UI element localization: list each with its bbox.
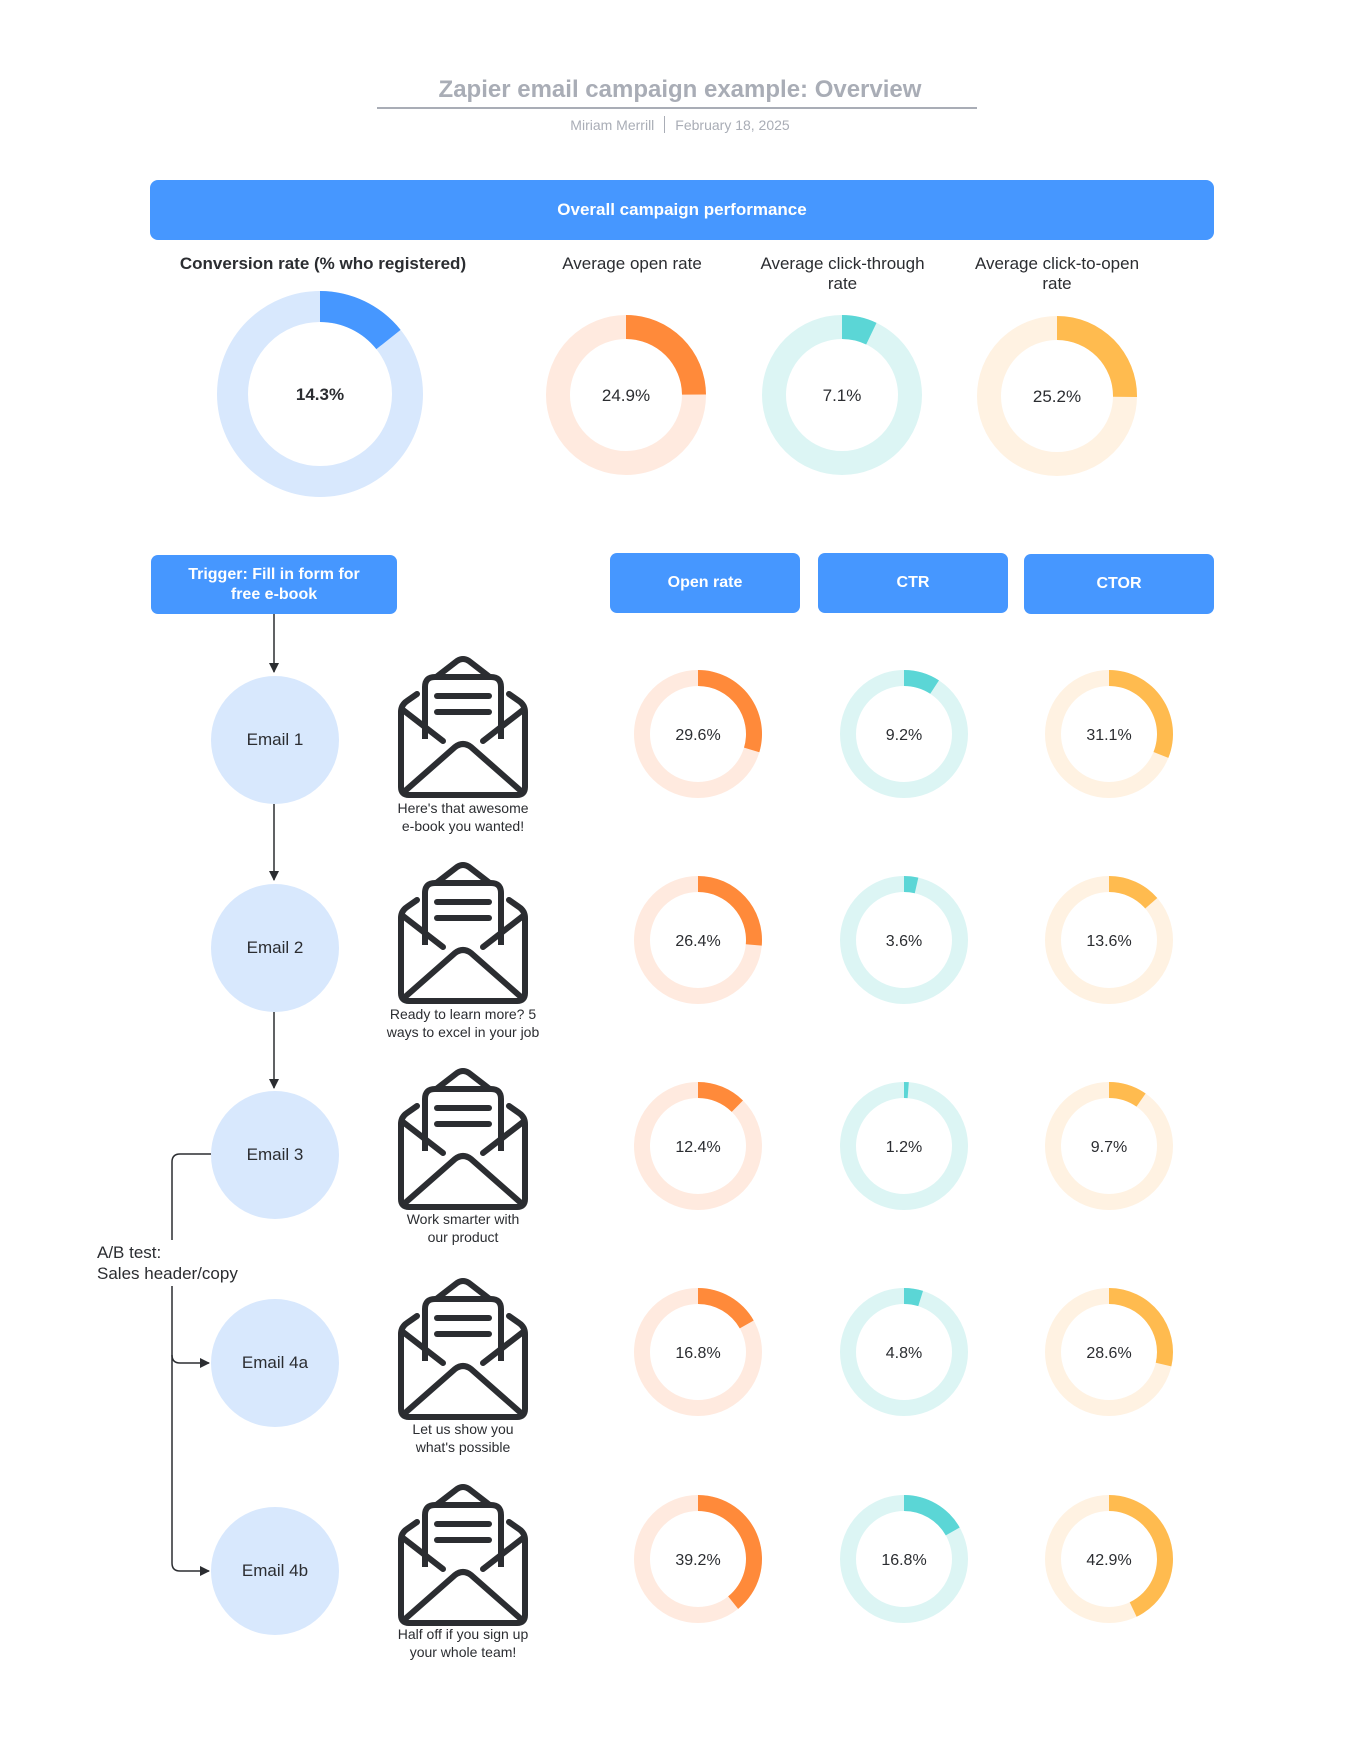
donut-value-segment [626,315,706,395]
donut-value-segment [904,1495,960,1536]
email-subject-4b: Half off if you sign up your whole team! [363,1625,563,1661]
donut-ctor-email-2: 13.6% [1045,876,1173,1004]
donut-value-label: 7.1% [823,386,862,405]
donut-value-label: 4.8% [886,1345,922,1362]
ab-test-label-line1: A/B test: [97,1243,162,1262]
email-node-4a[interactable]: Email 4a [211,1299,339,1427]
donut-ctr-email-1: 9.2% [840,670,968,798]
donut-value-label: 24.9% [602,386,650,405]
subject-line: your whole team! [409,1644,517,1660]
diagram-canvas: 14.3% 24.9% 7.1% 25.2% 29.6% 9.2% 31.1% 26.4% 3.… [171,291,1173,1760]
donut-value-label: 9.2% [886,727,922,744]
donut-value-segment [698,1288,754,1329]
subject-line: our product [427,1229,499,1245]
donut-ctor-email-4: 28.6% [1045,1288,1173,1416]
donut-value-label: 39.2% [675,1552,720,1569]
connector-ab-branch-4b [171,1355,210,1576]
donut-value-label: 12.4% [675,1139,720,1156]
email-node-label: Email 4a [241,1353,309,1372]
donut-value-segment [1109,876,1158,909]
email-node-label: Email 1 [246,730,304,749]
donut-value-label: 13.6% [1086,933,1131,950]
envelope-icon [401,659,525,795]
email-node-2[interactable]: Email 2 [211,884,339,1012]
donut-open-rate-email-4: 16.8% [634,1288,762,1416]
donut-open-rate-email-5: 39.2% [634,1495,762,1623]
donut-open-rate-email-3: 12.4% [634,1082,762,1210]
ab-test-label-line2: Sales header/copy [97,1264,238,1283]
email-subject-1: Here's that awesome e-book you wanted! [363,799,563,835]
donut-ctor-email-5: 42.9% [1045,1495,1173,1623]
donut-value-label: 25.2% [1033,387,1081,406]
email-node-4b[interactable]: Email 4b [211,1507,339,1635]
donut-open-rate-email-1: 29.6% [634,670,762,798]
subject-line: ways to excel in your job [386,1024,540,1040]
conversion-rate-donut: 14.3% [217,291,423,497]
donut-value-label: 28.6% [1086,1345,1131,1362]
donut-ctr-email-2: 3.6% [840,876,968,1004]
email-node-label: Email 3 [246,1145,304,1164]
subject-line: what's possible [415,1439,511,1455]
envelope-icon [401,1281,525,1417]
donut-value-label: 16.8% [881,1552,926,1569]
donut-value-label: 9.7% [1091,1139,1127,1156]
email-subject-2: Ready to learn more? 5 ways to excel in … [363,1005,563,1041]
avg-ctr-donut: 7.1% [762,315,922,475]
email-subject-3: Work smarter with our product [363,1210,563,1246]
donut-ctor-email-1: 31.1% [1045,670,1173,798]
donut-value-segment [1109,670,1173,758]
donut-value-label: 14.3% [296,385,344,404]
donut-value-label: 29.6% [675,727,720,744]
donut-ctor-email-3: 9.7% [1045,1082,1173,1210]
donut-ctr-email-5: 16.8% [840,1495,968,1623]
donut-value-label: 3.6% [886,933,922,950]
donut-value-label: 26.4% [675,933,720,950]
email-node-label: Email 4b [241,1561,309,1580]
envelope-icon [401,865,525,1001]
donut-open-rate-email-2: 26.4% [634,876,762,1004]
donut-value-label: 1.2% [886,1139,922,1156]
donut-value-segment [1057,316,1137,398]
avg-open-rate-donut: 24.9% [546,315,706,475]
donut-value-label: 16.8% [675,1345,720,1362]
donut-ctr-email-3: 1.2% [840,1082,968,1210]
email-subject-4a: Let us show you what's possible [363,1420,563,1456]
envelope-icon [401,1071,525,1207]
subject-line: Ready to learn more? 5 [389,1006,537,1022]
email-node-1[interactable]: Email 1 [211,676,339,804]
ab-test-label: A/B test: Sales header/copy [97,1240,238,1286]
subject-line: e-book you wanted! [401,818,525,834]
donut-value-label: 31.1% [1086,727,1131,744]
subject-line: Here's that awesome [397,800,529,816]
subject-line: Work smarter with [406,1211,520,1227]
subject-line: Half off if you sign up [397,1626,529,1642]
donut-layer: 14.3% 24.9% 7.1% 25.2% 29.6% 9.2% 31.1% 26.4% 3.… [217,291,1173,1623]
avg-ctor-donut: 25.2% [977,316,1137,476]
donut-ctr-email-4: 4.8% [840,1288,968,1416]
email-node-3[interactable]: Email 3 [211,1091,339,1219]
email-node-label: Email 2 [246,938,304,957]
subject-line: Let us show you [412,1421,514,1437]
envelope-icon [401,1487,525,1623]
donut-value-label: 42.9% [1086,1552,1131,1569]
